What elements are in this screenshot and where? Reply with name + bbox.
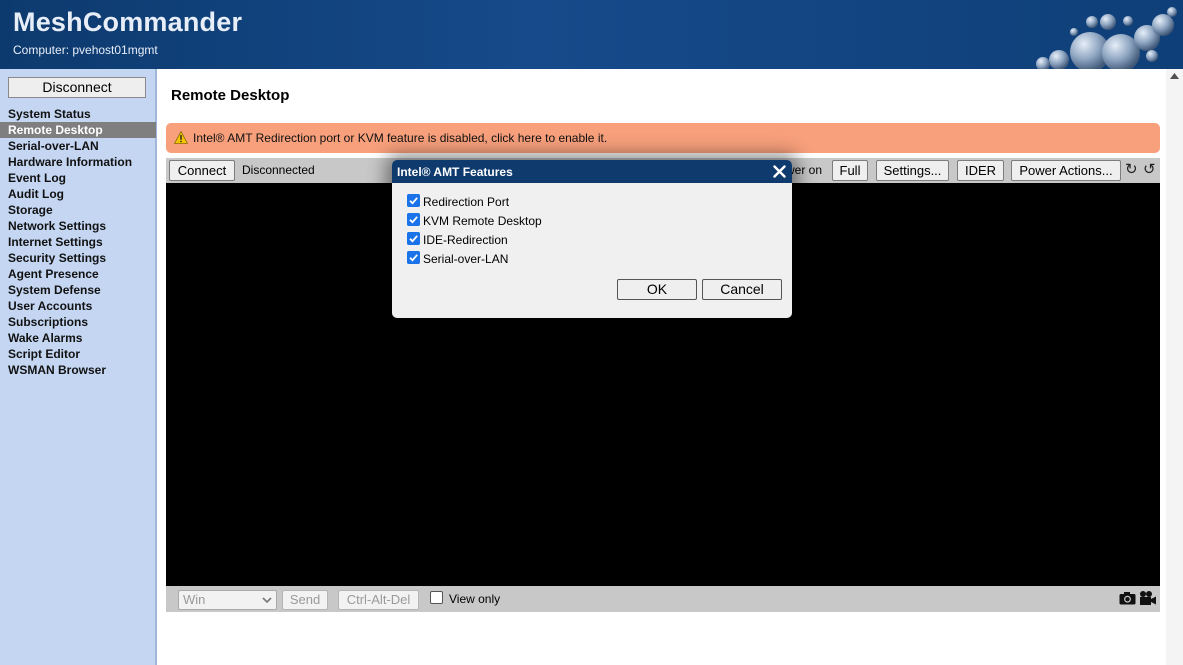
full-button[interactable]: Full [832,160,868,181]
feature-label: IDE-Redirection [423,233,508,247]
dialog-title: Intel® AMT Features [397,165,513,179]
rotate-counterclockwise-icon[interactable]: ↺ [1143,162,1156,177]
ok-button[interactable]: OK [617,279,697,300]
camera-icon[interactable] [1119,591,1136,605]
special-key-value: Win [183,592,206,607]
ider-button[interactable]: IDER [957,160,1004,181]
sidebar-item-remote-desktop[interactable]: Remote Desktop [0,122,156,138]
kvm-bottom-bar: Win Send Ctrl-Alt-Del View only [166,586,1160,612]
sidebar-item-network-settings[interactable]: Network Settings [0,218,155,234]
sidebar-item-agent-presence[interactable]: Agent Presence [0,266,155,282]
disconnect-button[interactable]: Disconnect [8,77,146,98]
checkbox-checked-icon[interactable] [407,251,420,264]
feature-label: Redirection Port [423,195,510,209]
cancel-button[interactable]: Cancel [702,279,782,300]
send-button[interactable]: Send [282,590,328,610]
feature-label: KVM Remote Desktop [423,214,542,228]
sidebar-item-script-editor[interactable]: Script Editor [0,346,155,362]
view-only-label: View only [449,592,501,606]
connection-status: Disconnected [242,163,315,177]
warning-icon [174,131,188,144]
sidebar-item-serial-over-lan[interactable]: Serial-over-LAN [0,138,155,154]
page-scrollbar[interactable] [1166,69,1183,665]
sidebar-item-wsman-browser[interactable]: WSMAN Browser [0,362,155,378]
power-actions-button[interactable]: Power Actions... [1011,160,1121,181]
sidebar-item-storage[interactable]: Storage [0,202,155,218]
view-only-checkbox[interactable] [430,591,443,604]
kvm-disabled-warning[interactable]: Intel® AMT Redirection port or KVM featu… [166,123,1160,153]
feature-label: Serial-over-LAN [423,252,509,266]
sidebar-nav: System Status Remote Desktop Serial-over… [0,106,156,378]
sidebar-item-wake-alarms[interactable]: Wake Alarms [0,330,155,346]
app-header: MeshCommander Computer: pvehost01mgmt [0,0,1183,69]
sidebar-item-audit-log[interactable]: Audit Log [0,186,155,202]
sidebar-item-security-settings[interactable]: Security Settings [0,250,155,266]
sidebar: Disconnect System Status Remote Desktop … [0,69,157,665]
app-title: MeshCommander [13,7,243,37]
ctrl-alt-del-button[interactable]: Ctrl-Alt-Del [338,590,419,610]
dialog-header: Intel® AMT Features [392,160,792,183]
bubbles-logo-icon [1036,7,1177,69]
sidebar-item-hardware-information[interactable]: Hardware Information [0,154,155,170]
checkbox-checked-icon[interactable] [407,213,420,226]
sidebar-item-subscriptions[interactable]: Subscriptions [0,314,155,330]
page-title: Remote Desktop [171,87,290,104]
chevron-down-icon [262,597,272,604]
connect-button[interactable]: Connect [169,160,235,181]
sidebar-item-event-log[interactable]: Event Log [0,170,155,186]
sidebar-item-system-defense[interactable]: System Defense [0,282,155,298]
checkbox-checked-icon[interactable] [407,232,420,245]
checkbox-checked-icon[interactable] [407,194,420,207]
warning-text: Intel® AMT Redirection port or KVM featu… [193,131,608,145]
computer-name: Computer: pvehost01mgmt [13,43,158,57]
sidebar-item-internet-settings[interactable]: Internet Settings [0,234,155,250]
video-camera-icon[interactable] [1139,590,1157,606]
amt-features-dialog: Intel® AMT Features Redirection Port KVM… [392,160,792,318]
sidebar-item-system-status[interactable]: System Status [0,106,155,122]
settings-button[interactable]: Settings... [876,160,949,181]
rotate-clockwise-icon[interactable]: ↻ [1125,162,1138,177]
close-icon[interactable] [773,165,786,178]
scroll-up-icon[interactable] [1170,73,1179,79]
sidebar-item-user-accounts[interactable]: User Accounts [0,298,155,314]
special-key-select[interactable]: Win [178,590,277,610]
